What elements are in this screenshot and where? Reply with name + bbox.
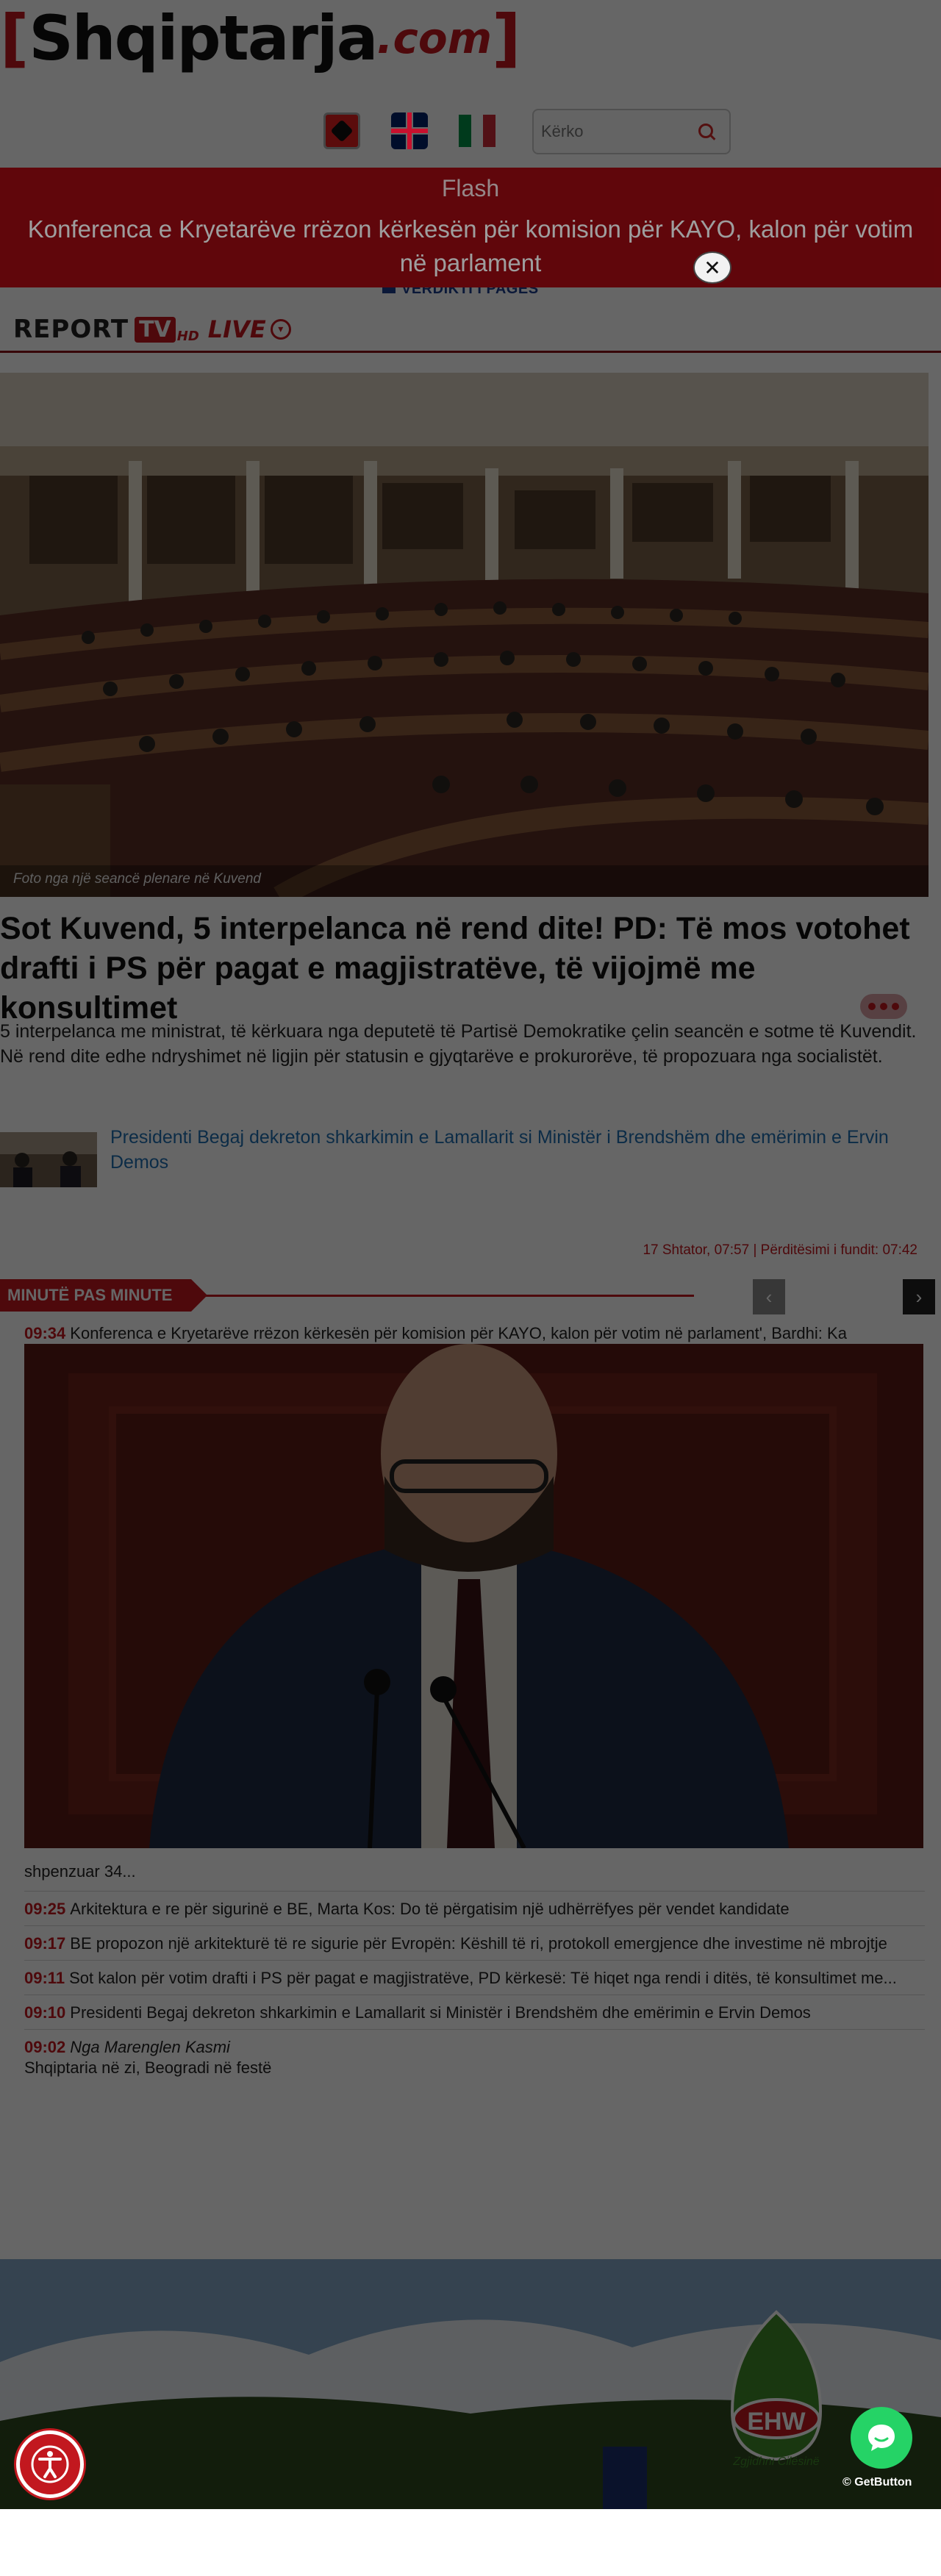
feed-item-time: 09:10 <box>24 2003 66 2022</box>
logo-suffix: .com <box>376 13 493 63</box>
search-box <box>532 109 731 154</box>
feed-item-continuation: shpenzuar 34... <box>24 1862 136 1881</box>
live-feed-list: 09:25 Arkitektura e re për sigurinë e BE,… <box>24 1891 925 2084</box>
feed-item-time: 09:34 <box>24 1324 66 1342</box>
feed-item[interactable]: 09:10 Presidenti Begaj dekreton shkarkimi… <box>24 1994 925 2029</box>
accessibility-icon[interactable] <box>16 2430 84 2498</box>
live-feed-label: MINUTË PAS MINUTE <box>0 1279 207 1312</box>
ehw-slogan: Zgjidhni Cilësinë <box>733 2455 820 2468</box>
albanian-flag-icon[interactable] <box>323 112 360 149</box>
feed-item-text: Arkitektura e re për sigurinë e BE, Mart… <box>70 1900 790 1918</box>
feed-item-time: 09:25 <box>24 1900 66 1918</box>
logo-bracket-left: [ <box>0 1 29 75</box>
hd-label: HD <box>176 329 199 344</box>
live-feed-divider <box>191 1295 694 1297</box>
feed-item[interactable]: 09:02 Nga Marenglen Kasmi Shqiptaria në z… <box>24 2029 925 2084</box>
close-icon[interactable]: ✕ <box>693 251 731 284</box>
article-headline: Sot Kuvend, 5 interpelanca në rend dite!… <box>0 911 910 1026</box>
search-icon[interactable] <box>697 122 716 141</box>
italian-flag-icon[interactable] <box>459 112 496 149</box>
chevron-down-icon[interactable]: ▾ <box>270 319 291 340</box>
getbutton-text: GetButton <box>854 2476 912 2489</box>
article-lead: 5 interpelanca me ministrat, të kërkuara… <box>0 1021 917 1067</box>
feed-item-time: 09:17 <box>24 1934 66 1953</box>
feed-item-text: Shqiptaria në zi, Beogradi në festë <box>24 2058 272 2077</box>
related-article-thumbnail[interactable] <box>0 1132 97 1187</box>
feed-prev-button[interactable]: ‹ <box>753 1279 785 1314</box>
more-options-icon[interactable] <box>860 994 907 1019</box>
feed-next-button[interactable]: › <box>903 1279 935 1314</box>
feed-item[interactable]: 09:25 Arkitektura e re për sigurinë e BE,… <box>24 1891 925 1925</box>
getbutton-label[interactable]: © GetButton <box>842 2476 912 2489</box>
feed-item-text: Sot kalon për votim drafti i PS për paga… <box>69 1969 897 1987</box>
article-hero-image <box>0 373 929 897</box>
feed-item[interactable]: 09:11 Sot kalon për votim drafti i PS për… <box>24 1960 925 1994</box>
feed-item-text: BE propozon një arkitekturë të re siguri… <box>70 1934 887 1953</box>
feed-item-headline[interactable]: 09:34 Konferenca e Kryetarëve rrëzon kërk… <box>24 1323 929 1344</box>
feed-item-byline: Nga Marenglen Kasmi <box>70 2038 230 2056</box>
feed-item-image[interactable] <box>24 1344 923 1848</box>
logo-bracket-right: ] <box>492 1 521 75</box>
article-timestamp: 17 Shtator, 07:57 | Përditësimi i fundit… <box>643 1242 917 1258</box>
language-switcher <box>323 109 496 153</box>
site-logo[interactable]: [ Shqiptarja .com ] <box>0 6 520 71</box>
feed-item[interactable]: 09:17 BE propozon një arkitekturë të re s… <box>24 1925 925 1960</box>
related-article-link[interactable]: Presidenti Begaj dekreton shkarkimin e L… <box>110 1125 890 1175</box>
image-caption: Foto nga një seancë plenare në Kuvend <box>13 871 261 887</box>
report-label: REPORT <box>13 315 129 344</box>
chat-icon[interactable] <box>851 2407 912 2469</box>
feed-item-text: Konferenca e Kryetarëve rrëzon kërkesën … <box>70 1324 847 1342</box>
flash-dim <box>0 168 941 287</box>
logo-name: Shqiptarja <box>29 2 378 74</box>
report-tv-logo[interactable]: REPORT TV HD LIVE ▾ <box>13 315 291 344</box>
search-input[interactable] <box>534 121 690 142</box>
uk-flag-icon[interactable] <box>391 112 428 149</box>
live-label: LIVE <box>207 315 266 343</box>
feed-item-time: 09:02 <box>24 2038 66 2056</box>
feed-item-text: Presidenti Begaj dekreton shkarkimin e L… <box>70 2003 811 2022</box>
tv-label: TV <box>135 316 176 343</box>
ehw-brand: EHW <box>747 2408 806 2436</box>
feed-item-time: 09:11 <box>24 1969 65 1987</box>
